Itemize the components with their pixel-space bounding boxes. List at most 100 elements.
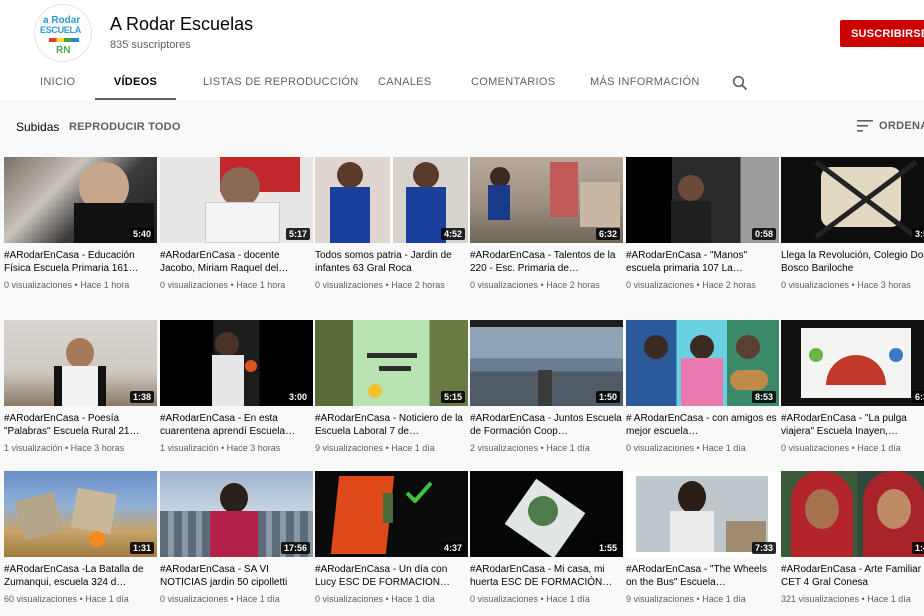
video-thumbnail[interactable]: 1:4 [781,471,924,557]
video-thumbnail[interactable]: 6:3 [781,320,924,406]
video-meta: 0 visualizaciones • Hace 2 horas [315,280,445,290]
video-title[interactable]: Llega la Revolución, Colegio Don Bosco B… [781,249,924,275]
video-duration: 0:58 [751,228,776,240]
video-thumbnail[interactable]: 0:58 [626,157,779,243]
thumb-figure [413,162,439,188]
thumb-figure [528,496,558,526]
video-thumbnail[interactable]: 1:31 [4,471,157,557]
video-meta: 2 visualizaciones • Hace 1 día [470,443,590,453]
video-meta: 0 visualizaciones • Hace 1 día [626,443,746,453]
video-duration: 3:00 [285,391,310,403]
thumb-figure [877,489,911,529]
video-meta: 0 visualizaciones • Hace 1 día [781,443,901,453]
video-meta: 0 visualizaciones • Hace 1 día [160,594,280,604]
video-meta: 0 visualizaciones • Hace 1 hora [4,280,130,290]
thumb-figure [488,185,510,220]
video-title[interactable]: #ARodarEnCasa - Un día con Lucy ESC DE F… [315,563,468,589]
video-meta: 321 visualizaciones • Hace 1 día [781,594,911,604]
video-duration: 1:55 [595,542,620,554]
video-title[interactable]: #ARodarEnCasa - "La pulga viajera" Escue… [781,412,924,438]
video-duration: 6:3 [911,391,924,403]
thumb-figure [580,182,620,227]
video-thumbnail[interactable]: 1:38 [4,320,157,406]
video-duration: 7:33 [751,542,776,554]
video-title[interactable]: #ARodarEnCasa - docente Jacobo, Miriam R… [160,249,313,275]
thumb-figure [678,175,704,201]
video-meta: 9 visualizaciones • Hace 1 día [626,594,746,604]
video-duration: 5:15 [440,391,465,403]
video-duration: 17:56 [280,542,310,554]
video-thumbnail[interactable]: 5:15 [315,320,468,406]
video-title[interactable]: #ARodarEnCasa -La Batalla de Zumanqui, e… [4,563,157,589]
video-thumbnail[interactable]: 6:32 [470,157,623,243]
thumb-figure [212,355,244,406]
video-duration: 1:4 [911,542,924,554]
video-thumbnail[interactable]: 3:00 [160,320,313,406]
video-title[interactable]: #ARodarEnCasa - Poesía "Palabras" Escuel… [4,412,157,438]
thumb-figure [54,366,106,406]
video-title[interactable]: # ARodarEnCasa - con amigos es mejor esc… [626,412,779,438]
video-thumbnail[interactable]: 17:56 [160,471,313,557]
thumb-figure [678,481,706,513]
video-title[interactable]: #ARodarEnCasa - "Manos" escuela primaria… [626,249,779,275]
video-thumbnail[interactable]: 7:33 [626,471,779,557]
video-meta: 0 visualizaciones • Hace 2 horas [626,280,756,290]
video-meta: 0 visualizaciones • Hace 3 horas [781,280,911,290]
thumb-figure [690,335,714,359]
thumb-figure [809,348,823,362]
video-title[interactable]: Todos somos patria - Jardin de infantes … [315,249,468,275]
thumb-figure [14,491,64,541]
video-title[interactable]: #ARodarEnCasa - Mi casa, mi huerta ESC D… [470,563,623,589]
video-title[interactable]: #ARodarEnCasa - "The Wheels on the Bus" … [626,563,779,589]
video-title[interactable]: #ARodarEnCasa - En esta cuarentena apren… [160,412,313,438]
thumb-figure [220,483,248,513]
video-thumbnail[interactable]: 1:55 [470,471,623,557]
thumb-figure [889,348,903,362]
video-duration: 4:37 [440,542,465,554]
video-thumbnail[interactable]: 8:53 [626,320,779,406]
thumb-figure [670,511,714,552]
video-thumbnail[interactable]: 5:17 [160,157,313,243]
video-title[interactable]: #ARodarEnCasa - Talentos de la 220 - Esc… [470,249,623,275]
video-duration: 4:52 [440,228,465,240]
thumb-figure [70,487,118,535]
video-thumbnail[interactable]: 4:52 [315,157,468,243]
thumb-figure [89,531,105,547]
video-title[interactable]: #ARodarEnCasa - Noticiero de la Escuela … [315,412,468,438]
thumb-figure [368,384,382,398]
thumb-cross-mark [814,160,918,239]
thumb-figure [66,338,94,368]
video-title[interactable]: #ARodarEnCasa - SA VI NOTICIAS jardin 50… [160,563,313,589]
thumb-figure [383,493,393,523]
thumb-figure [245,360,257,372]
video-title[interactable]: #ARodarEnCasa - Educación Física Escuela… [4,249,157,275]
thumb-figure [805,489,839,529]
thumb-figure [220,167,260,207]
video-thumbnail[interactable]: 3:5 [781,157,924,243]
video-title[interactable]: #ARodarEnCasa - Arte Familiar CET 4 Gral… [781,563,924,589]
thumb-figure [736,335,760,359]
thumb-figure [210,511,258,557]
video-meta: 0 visualizaciones • Hace 1 hora [160,280,286,290]
video-duration: 5:40 [129,228,154,240]
video-meta: 0 visualizaciones • Hace 2 horas [470,280,600,290]
video-thumbnail[interactable]: 1:50 [470,320,623,406]
thumb-figure [538,370,552,406]
thumb-figure [644,335,668,359]
video-duration: 1:38 [129,391,154,403]
video-meta: 9 visualizaciones • Hace 1 día [315,443,435,453]
video-duration: 1:31 [129,542,154,554]
video-duration: 6:32 [595,228,620,240]
video-thumbnail[interactable]: 5:40 [4,157,157,243]
video-thumbnail[interactable]: 4:37 [315,471,468,557]
check-mark-icon [405,481,433,503]
video-meta: 1 visualización • Hace 3 horas [4,443,125,453]
video-meta: 0 visualizaciones • Hace 1 día [470,594,590,604]
video-meta: 60 visualizaciones • Hace 1 día [4,594,129,604]
video-duration: 5:17 [285,228,310,240]
thumb-figure [367,350,417,380]
video-duration: 3:5 [911,228,924,240]
video-title[interactable]: #ARodarEnCasa - Juntos Escuela de Formac… [470,412,623,438]
video-grid: 5:40 #ARodarEnCasa - Educación Física Es… [0,0,924,616]
thumb-figure [205,202,280,243]
